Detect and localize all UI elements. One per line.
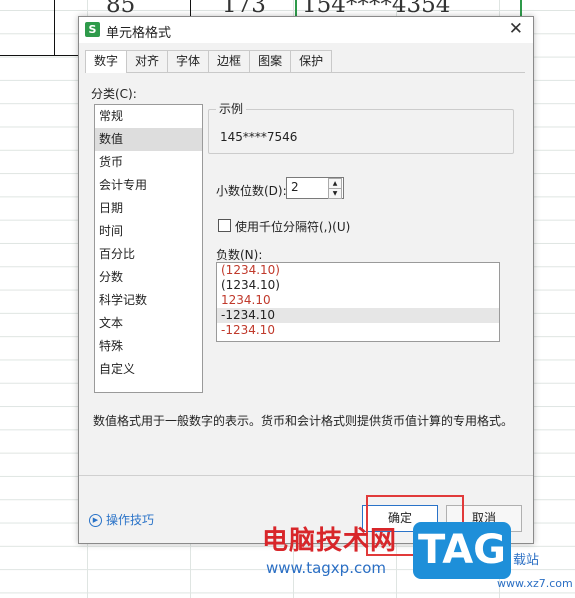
selected-cell-border bbox=[520, 0, 522, 16]
format-cells-dialog: S 单元格格式 ✕ 数字 对齐 字体 边框 图案 保护 分类(C): 常规 数值… bbox=[78, 16, 534, 544]
sample-label: 示例 bbox=[216, 100, 247, 117]
watermark-logo: TAG bbox=[413, 522, 511, 579]
category-percentage[interactable]: 百分比 bbox=[95, 243, 202, 266]
decimal-places-value[interactable]: 2 bbox=[291, 180, 299, 194]
thousands-separator-checkbox[interactable] bbox=[218, 219, 231, 232]
negative-option[interactable]: (1234.10) bbox=[217, 263, 499, 278]
play-circle-icon: ▶ bbox=[89, 514, 102, 527]
category-time[interactable]: 时间 bbox=[95, 220, 202, 243]
dialog-title: 单元格格式 bbox=[106, 26, 172, 41]
watermark-title: 电脑技术网 bbox=[262, 526, 398, 556]
tab-font[interactable]: 字体 bbox=[167, 50, 210, 72]
negative-numbers-list[interactable]: (1234.10) (1234.10) 1234.10 -1234.10 -12… bbox=[216, 262, 500, 342]
category-special[interactable]: 特殊 bbox=[95, 335, 202, 358]
tips-label[interactable]: 操作技巧 bbox=[106, 513, 154, 527]
category-date[interactable]: 日期 bbox=[95, 197, 202, 220]
cell-border bbox=[54, 0, 55, 55]
category-general[interactable]: 常规 bbox=[95, 105, 202, 128]
sample-value: 145****7546 bbox=[220, 130, 298, 144]
negative-numbers-label: 负数(N): bbox=[216, 248, 263, 262]
decimal-places-spinner[interactable]: 2 ▲ ▼ bbox=[286, 177, 344, 199]
watermark-url: www.tagxp.com bbox=[266, 559, 386, 577]
category-accounting[interactable]: 会计专用 bbox=[95, 174, 202, 197]
tab-protection[interactable]: 保护 bbox=[290, 50, 333, 72]
category-custom[interactable]: 自定义 bbox=[95, 358, 202, 381]
close-icon[interactable]: ✕ bbox=[509, 19, 523, 39]
category-fraction[interactable]: 分数 bbox=[95, 266, 202, 289]
category-label: 分类(C): bbox=[91, 87, 137, 101]
negative-option[interactable]: (1234.10) bbox=[217, 278, 499, 293]
tips-link[interactable]: ▶ 操作技巧 bbox=[89, 511, 154, 528]
tab-number[interactable]: 数字 bbox=[85, 50, 128, 73]
cell-border bbox=[0, 55, 78, 56]
tab-bar: 数字 对齐 字体 边框 图案 保护 bbox=[85, 50, 333, 73]
category-list[interactable]: 常规 数值 货币 会计专用 日期 时间 百分比 分数 科学记数 文本 特殊 自定… bbox=[94, 104, 203, 393]
negative-option[interactable]: 1234.10 bbox=[217, 293, 499, 308]
sample-box: 145****7546 bbox=[208, 109, 514, 154]
app-logo-icon: S bbox=[85, 22, 100, 37]
negative-option[interactable]: -1234.10 bbox=[217, 323, 499, 338]
format-description: 数值格式用于一般数字的表示。货币和会计格式则提供货币值计算的专用格式。 bbox=[93, 414, 514, 428]
category-currency[interactable]: 货币 bbox=[95, 151, 202, 174]
tab-pattern[interactable]: 图案 bbox=[249, 50, 292, 72]
tab-alignment[interactable]: 对齐 bbox=[126, 50, 169, 72]
category-text[interactable]: 文本 bbox=[95, 312, 202, 335]
selected-cell-border bbox=[295, 0, 297, 16]
watermark-side-text: 载站 bbox=[513, 553, 540, 568]
watermark-side-url: www.xz7.com bbox=[497, 577, 573, 590]
category-scientific[interactable]: 科学记数 bbox=[95, 289, 202, 312]
spin-down-icon[interactable]: ▼ bbox=[328, 188, 342, 199]
decimal-places-label: 小数位数(D): bbox=[216, 184, 287, 198]
negative-option-selected[interactable]: -1234.10 bbox=[217, 308, 499, 323]
category-number[interactable]: 数值 bbox=[95, 128, 202, 151]
title-bar: S 单元格格式 ✕ bbox=[79, 17, 533, 43]
tab-border[interactable]: 边框 bbox=[208, 50, 251, 72]
thousands-separator-label[interactable]: 使用千位分隔符(,)(U) bbox=[235, 218, 350, 235]
number-tab-panel: 分类(C): 常规 数值 货币 会计专用 日期 时间 百分比 分数 科学记数 文… bbox=[85, 72, 525, 473]
divider bbox=[79, 475, 533, 476]
